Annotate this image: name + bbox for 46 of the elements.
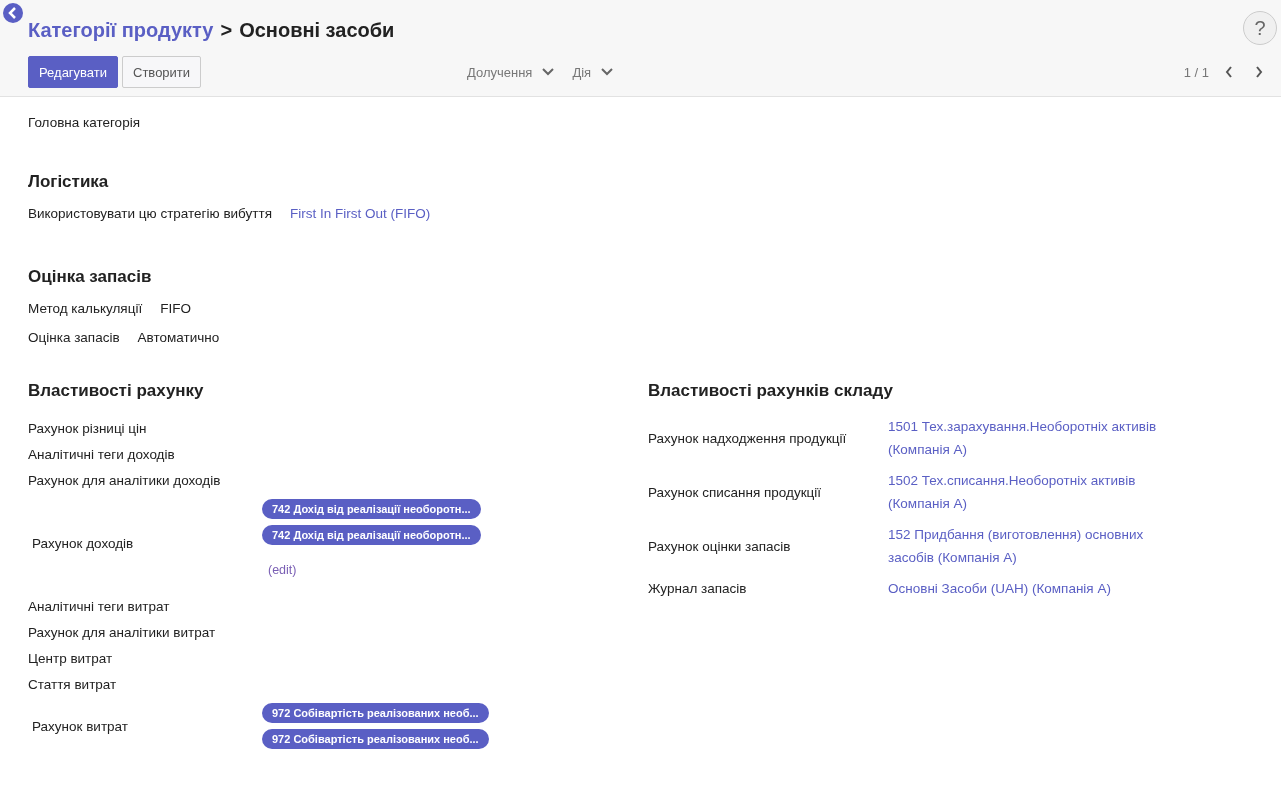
field-value-link[interactable]: First In First Out (FIFO) — [289, 206, 431, 221]
field-label: Рахунок для аналітики витрат — [28, 624, 217, 640]
pager-counter: 1 / 1 — [1183, 64, 1209, 80]
edit-link[interactable]: (edit) — [268, 563, 297, 577]
section-title: Властивості рахунків складу — [648, 381, 894, 401]
next-icon[interactable] — [1255, 66, 1263, 78]
section-title: Властивості рахунку — [28, 381, 205, 401]
field-label: Оцінка запасів — [28, 330, 120, 345]
breadcrumb-link[interactable]: Категорії продукту — [28, 18, 214, 42]
field-label: Стаття витрат — [28, 676, 118, 692]
breadcrumb-separator: > — [220, 18, 233, 42]
account-tag[interactable]: 972 Собівартість реалізованих необ... — [262, 703, 489, 723]
field-label: Журнал запасів — [648, 581, 748, 596]
field-label: Аналітичні теги доходів — [28, 446, 176, 462]
field-label: Рахунок для аналітики доходів — [28, 472, 222, 488]
dropdown-button[interactable]: Дія — [572, 64, 614, 80]
chevron-down-icon — [601, 68, 614, 76]
account-tag[interactable]: 742 Дохід від реалізації необоротн... — [262, 525, 481, 545]
dropdown-button[interactable]: Долучення — [467, 64, 555, 80]
account-tag[interactable]: 742 Дохід від реалізації необоротн... — [262, 499, 481, 519]
record-title: Основні засоби — [239, 18, 395, 42]
field-label: Рахунок різниці цін — [28, 420, 148, 436]
field-label: Центр витрат — [28, 650, 114, 666]
field-label: Рахунок оцінки запасів — [648, 538, 792, 554]
field-label: Рахунок доходів — [31, 535, 135, 551]
create-button[interactable]: Створити — [122, 56, 202, 88]
account-tag[interactable]: 972 Собівартість реалізованих необ... — [262, 729, 489, 749]
field-label: Головна категорія — [28, 115, 141, 130]
field-value: FIFO — [160, 301, 191, 316]
field-value-link[interactable]: 1502 Тех.списання.Необоротніх активів (Компанія А) — [888, 469, 1188, 515]
field-label: Аналітичні теги витрат — [28, 598, 171, 614]
edit-button[interactable]: Редагувати — [28, 56, 119, 88]
field-label: Рахунок витрат — [31, 718, 129, 734]
field-value: Автоматично — [137, 330, 220, 345]
field-value-link[interactable]: 1501 Тех.зарахування.Необоротніх активів (Компанія А) — [888, 415, 1188, 461]
chevron-down-icon — [542, 68, 555, 76]
section-title: Логістика — [28, 172, 110, 192]
field-label: Метод калькуляції — [28, 301, 143, 316]
field-label: Використовувати цю стратегію вибуття — [28, 206, 272, 221]
field-label: Рахунок списання продукції — [648, 484, 823, 500]
field-value-link[interactable]: Основні Засоби (UAH) (Компанія А) — [888, 577, 1188, 600]
field-label: Рахунок надходження продукції — [648, 430, 848, 446]
help-button[interactable]: ? — [1243, 11, 1277, 45]
previous-icon[interactable] — [1225, 66, 1233, 78]
section-title: Оцінка запасів — [28, 267, 153, 287]
field-value-link[interactable]: 152 Придбання (виготовлення) основних засобів (Компанія А) — [888, 523, 1188, 569]
